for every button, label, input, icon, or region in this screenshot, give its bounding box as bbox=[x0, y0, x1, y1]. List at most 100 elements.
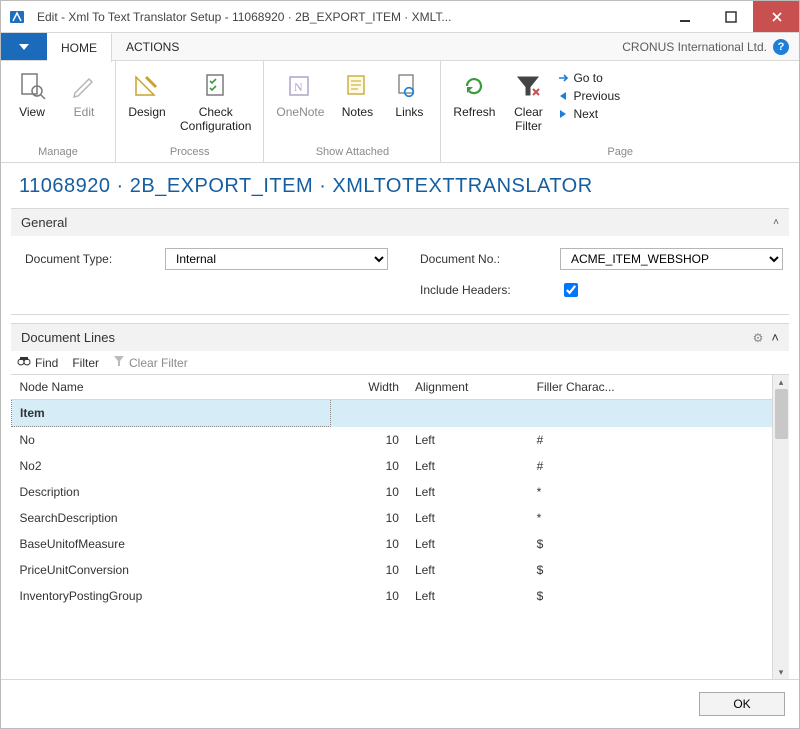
document-type-label: Document Type: bbox=[17, 252, 157, 266]
table-row[interactable]: Item bbox=[12, 400, 773, 427]
clear-filter-button[interactable]: Clear Filter bbox=[505, 67, 551, 135]
vertical-scrollbar[interactable]: ▴ ▾ bbox=[772, 375, 789, 679]
company-name: CRONUS International Ltd. bbox=[622, 40, 767, 54]
table-row[interactable]: SearchDescription10Left* bbox=[12, 505, 773, 531]
fasttab-general-header[interactable]: General ˄ bbox=[11, 209, 789, 236]
cell-node-name[interactable]: BaseUnitofMeasure bbox=[12, 531, 331, 557]
col-node-name[interactable]: Node Name bbox=[12, 375, 331, 400]
scroll-down-arrow[interactable]: ▾ bbox=[773, 665, 789, 679]
cell-filler[interactable]: $ bbox=[529, 557, 772, 583]
view-button[interactable]: View bbox=[9, 67, 55, 121]
ribbon-group-label: Show Attached bbox=[264, 144, 440, 162]
design-button[interactable]: Design bbox=[124, 67, 170, 121]
cell-width[interactable]: 10 bbox=[331, 505, 407, 531]
binoculars-icon bbox=[17, 355, 31, 370]
note-icon bbox=[340, 69, 374, 103]
col-filler[interactable]: Filler Charac... bbox=[529, 375, 772, 400]
find-button[interactable]: Find bbox=[17, 355, 58, 370]
scroll-up-arrow[interactable]: ▴ bbox=[773, 375, 789, 389]
cell-filler[interactable] bbox=[529, 400, 772, 427]
fasttab-document-lines: Document Lines ⚙ ˄ Find Filter Clear Fil… bbox=[11, 323, 789, 679]
cell-alignment[interactable]: Left bbox=[407, 505, 529, 531]
arrow-right-icon bbox=[557, 72, 569, 84]
ribbon-group-page: Refresh Clear Filter Go to bbox=[441, 61, 799, 162]
cell-alignment[interactable]: Left bbox=[407, 583, 529, 609]
table-row[interactable]: PriceUnitConversion10Left$ bbox=[12, 557, 773, 583]
cell-alignment[interactable] bbox=[407, 400, 529, 427]
cell-width[interactable] bbox=[331, 400, 407, 427]
app-window: Edit - Xml To Text Translator Setup - 11… bbox=[0, 0, 800, 729]
cell-alignment[interactable]: Left bbox=[407, 479, 529, 505]
cell-node-name[interactable]: Description bbox=[12, 479, 331, 505]
document-no-label: Document No.: bbox=[412, 252, 552, 266]
fasttab-general: General ˄ Document Type: Internal Docume… bbox=[11, 208, 789, 315]
maximize-button[interactable] bbox=[707, 1, 753, 32]
table-row[interactable]: BaseUnitofMeasure10Left$ bbox=[12, 531, 773, 557]
system-menu-button[interactable] bbox=[1, 33, 47, 60]
cell-node-name[interactable]: No bbox=[12, 427, 331, 454]
col-width[interactable]: Width bbox=[331, 375, 407, 400]
help-icon[interactable]: ? bbox=[773, 39, 789, 55]
onenote-button: N OneNote bbox=[272, 67, 328, 121]
table-row[interactable]: No210Left# bbox=[12, 453, 773, 479]
clear-filter-button: Clear Filter bbox=[113, 355, 188, 370]
cell-alignment[interactable]: Left bbox=[407, 531, 529, 557]
cell-filler[interactable]: * bbox=[529, 479, 772, 505]
cell-width[interactable]: 10 bbox=[331, 583, 407, 609]
filter-button[interactable]: Filter bbox=[72, 356, 99, 370]
links-button[interactable]: Links bbox=[386, 67, 432, 121]
cell-width[interactable]: 10 bbox=[331, 531, 407, 557]
page-title: 11068920 · 2B_EXPORT_ITEM · XMLTOTEXTTRA… bbox=[1, 163, 799, 208]
cell-node-name[interactable]: SearchDescription bbox=[12, 505, 331, 531]
cell-width[interactable]: 10 bbox=[331, 479, 407, 505]
notes-button[interactable]: Notes bbox=[334, 67, 380, 121]
ribbon-group-label: Manage bbox=[1, 144, 115, 162]
table-row[interactable]: No10Left# bbox=[12, 427, 773, 454]
field-include-headers: Include Headers: bbox=[412, 280, 783, 300]
check-configuration-button[interactable]: Check Configuration bbox=[176, 67, 255, 135]
table-row[interactable]: InventoryPostingGroup10Left$ bbox=[12, 583, 773, 609]
checklist-icon bbox=[199, 69, 233, 103]
refresh-icon bbox=[457, 69, 491, 103]
field-document-no: Document No.: ACME_ITEM_WEBSHOP bbox=[412, 248, 783, 270]
cell-node-name[interactable]: No2 bbox=[12, 453, 331, 479]
cell-node-name[interactable]: InventoryPostingGroup bbox=[12, 583, 331, 609]
ribbon-group-show-attached: N OneNote Notes bbox=[264, 61, 441, 162]
cell-width[interactable]: 10 bbox=[331, 453, 407, 479]
page-magnifier-icon bbox=[15, 69, 49, 103]
cell-alignment[interactable]: Left bbox=[407, 557, 529, 583]
goto-link[interactable]: Go to bbox=[557, 71, 620, 85]
cell-alignment[interactable]: Left bbox=[407, 427, 529, 454]
include-headers-checkbox[interactable] bbox=[564, 283, 578, 297]
svg-text:N: N bbox=[294, 80, 303, 94]
document-type-select[interactable]: Internal bbox=[165, 248, 388, 270]
minimize-button[interactable] bbox=[661, 1, 707, 32]
previous-link[interactable]: Previous bbox=[557, 89, 620, 103]
refresh-button[interactable]: Refresh bbox=[449, 67, 499, 121]
cell-alignment[interactable]: Left bbox=[407, 453, 529, 479]
scroll-thumb[interactable] bbox=[775, 389, 788, 439]
gear-icon[interactable]: ⚙ bbox=[753, 331, 764, 345]
cell-width[interactable]: 10 bbox=[331, 557, 407, 583]
next-link[interactable]: Next bbox=[557, 107, 620, 121]
cell-filler[interactable]: # bbox=[529, 427, 772, 454]
cell-filler[interactable]: # bbox=[529, 453, 772, 479]
close-button[interactable] bbox=[753, 1, 799, 32]
cell-filler[interactable]: $ bbox=[529, 531, 772, 557]
col-alignment[interactable]: Alignment bbox=[407, 375, 529, 400]
table-row[interactable]: Description10Left* bbox=[12, 479, 773, 505]
cell-filler[interactable]: * bbox=[529, 505, 772, 531]
cell-node-name[interactable]: PriceUnitConversion bbox=[12, 557, 331, 583]
cell-filler[interactable]: $ bbox=[529, 583, 772, 609]
cell-width[interactable]: 10 bbox=[331, 427, 407, 454]
ok-button[interactable]: OK bbox=[699, 692, 785, 716]
lines-toolbar: Find Filter Clear Filter bbox=[11, 351, 789, 374]
tab-actions[interactable]: ACTIONS bbox=[112, 33, 194, 60]
fasttab-document-lines-header[interactable]: Document Lines ⚙ ˄ bbox=[11, 324, 789, 351]
link-icon bbox=[392, 69, 426, 103]
funnel-x-icon bbox=[511, 69, 545, 103]
triangle-right-icon bbox=[557, 108, 569, 120]
tab-home[interactable]: HOME bbox=[47, 33, 112, 62]
document-no-select[interactable]: ACME_ITEM_WEBSHOP bbox=[560, 248, 783, 270]
cell-node-name[interactable]: Item bbox=[12, 400, 331, 427]
